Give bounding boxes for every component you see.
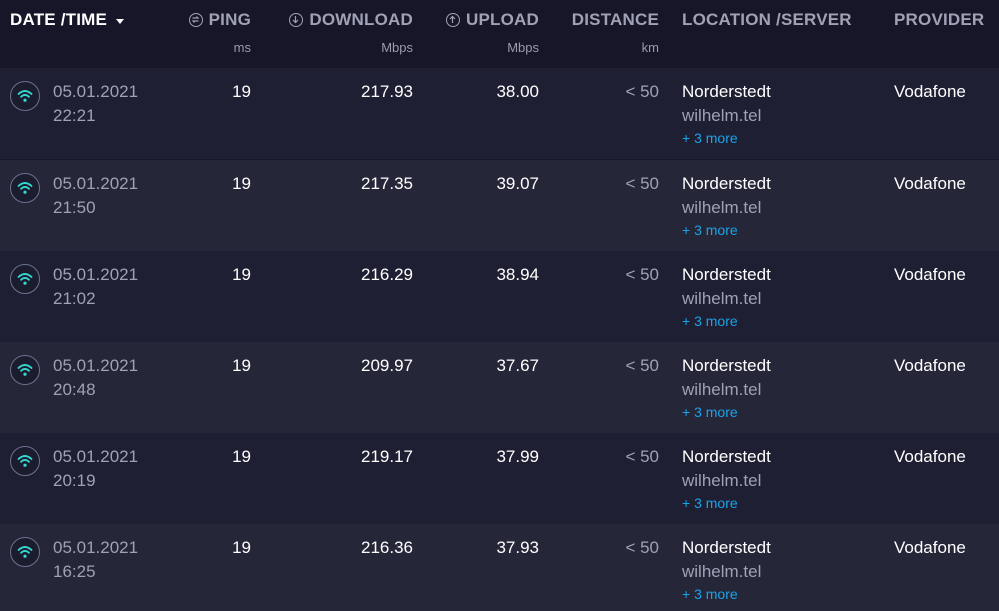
result-distance: < 50 bbox=[625, 82, 659, 101]
table-header: DATE /TIME PING ms DOWNLOAD Mbps UPLOAD … bbox=[0, 0, 999, 68]
more-servers-link[interactable]: + 3 more bbox=[682, 586, 738, 602]
result-time: 21:50 bbox=[53, 198, 96, 217]
result-ping: 19 bbox=[232, 265, 251, 284]
result-date: 05.01.2021 bbox=[53, 447, 139, 466]
result-time: 21:02 bbox=[53, 289, 96, 308]
result-distance: < 50 bbox=[625, 265, 659, 284]
result-provider: Vodafone bbox=[894, 265, 966, 284]
result-provider: Vodafone bbox=[894, 538, 966, 557]
wifi-icon bbox=[10, 81, 40, 111]
result-server: wilhelm.tel bbox=[682, 471, 762, 490]
result-date: 05.01.2021 bbox=[53, 265, 139, 284]
result-provider: Vodafone bbox=[894, 447, 966, 466]
more-servers-link[interactable]: + 3 more bbox=[682, 130, 738, 146]
result-download: 217.93 bbox=[361, 82, 413, 101]
result-upload: 37.67 bbox=[496, 356, 539, 375]
result-location: Norderstedt bbox=[682, 82, 771, 101]
caret-down-icon bbox=[116, 18, 125, 24]
result-date: 05.01.2021 bbox=[53, 356, 139, 375]
wifi-icon bbox=[10, 537, 40, 567]
column-ping[interactable]: PING ms bbox=[160, 10, 251, 55]
result-distance: < 50 bbox=[625, 538, 659, 557]
result-upload: 38.00 bbox=[496, 82, 539, 101]
result-download: 219.17 bbox=[361, 447, 413, 466]
table-row[interactable]: 05.01.2021 20:19 19 219.17 37.99 < 50 Norderst… bbox=[0, 433, 999, 524]
ping-icon bbox=[188, 13, 203, 27]
wifi-icon bbox=[10, 173, 40, 203]
column-ping-unit: ms bbox=[233, 40, 251, 55]
column-provider-label: PROVIDER bbox=[894, 10, 985, 29]
more-servers-link[interactable]: + 3 more bbox=[682, 313, 738, 329]
result-ping: 19 bbox=[232, 447, 251, 466]
more-servers-link[interactable]: + 3 more bbox=[682, 404, 738, 420]
result-upload: 38.94 bbox=[496, 265, 539, 284]
result-location: Norderstedt bbox=[682, 265, 771, 284]
table-row[interactable]: 05.01.2021 16:25 19 216.36 37.93 < 50 Norderst… bbox=[0, 524, 999, 611]
column-ping-label: PING bbox=[208, 10, 251, 29]
result-provider: Vodafone bbox=[894, 82, 966, 101]
result-provider: Vodafone bbox=[894, 356, 966, 375]
more-servers-link[interactable]: + 3 more bbox=[682, 222, 738, 238]
result-date: 05.01.2021 bbox=[53, 174, 139, 193]
column-distance-label: DISTANCE bbox=[571, 10, 659, 29]
result-time: 20:48 bbox=[53, 380, 96, 399]
result-time: 16:25 bbox=[53, 562, 96, 581]
column-upload-label: UPLOAD bbox=[466, 10, 539, 29]
table-row[interactable]: 05.01.2021 20:48 19 209.97 37.67 < 50 Norderst… bbox=[0, 342, 999, 433]
result-ping: 19 bbox=[232, 174, 251, 193]
result-download: 217.35 bbox=[361, 174, 413, 193]
result-ping: 19 bbox=[232, 356, 251, 375]
result-time: 22:21 bbox=[53, 106, 96, 125]
column-download[interactable]: DOWNLOAD Mbps bbox=[270, 10, 413, 55]
wifi-icon bbox=[10, 446, 40, 476]
table-row[interactable]: 05.01.2021 21:50 19 217.35 39.07 < 50 Norderst… bbox=[0, 160, 999, 251]
column-location-label: LOCATION /SERVER bbox=[682, 10, 852, 29]
column-download-label: DOWNLOAD bbox=[309, 10, 413, 29]
result-server: wilhelm.tel bbox=[682, 380, 762, 399]
result-location: Norderstedt bbox=[682, 538, 771, 557]
result-server: wilhelm.tel bbox=[682, 106, 762, 125]
results-table: DATE /TIME PING ms DOWNLOAD Mbps UPLOAD … bbox=[0, 0, 999, 611]
result-distance: < 50 bbox=[625, 447, 659, 466]
result-provider: Vodafone bbox=[894, 174, 966, 193]
column-distance[interactable]: DISTANCE km bbox=[560, 10, 659, 55]
wifi-icon bbox=[10, 355, 40, 385]
result-server: wilhelm.tel bbox=[682, 289, 762, 308]
result-download: 216.36 bbox=[361, 538, 413, 557]
column-location-server[interactable]: LOCATION /SERVER bbox=[682, 10, 852, 30]
result-upload: 37.93 bbox=[496, 538, 539, 557]
result-upload: 37.99 bbox=[496, 447, 539, 466]
result-location: Norderstedt bbox=[682, 447, 771, 466]
result-server: wilhelm.tel bbox=[682, 198, 762, 217]
result-time: 20:19 bbox=[53, 471, 96, 490]
result-distance: < 50 bbox=[625, 356, 659, 375]
result-download: 216.29 bbox=[361, 265, 413, 284]
table-row[interactable]: 05.01.2021 22:21 19 217.93 38.00 < 50 Norderst… bbox=[0, 68, 999, 159]
column-provider[interactable]: PROVIDER bbox=[894, 10, 984, 30]
column-date-time-label: DATE /TIME bbox=[10, 10, 108, 29]
result-date: 05.01.2021 bbox=[53, 538, 139, 557]
result-distance: < 50 bbox=[625, 174, 659, 193]
more-servers-link[interactable]: + 3 more bbox=[682, 495, 738, 511]
result-upload: 39.07 bbox=[496, 174, 539, 193]
download-icon bbox=[289, 13, 304, 27]
result-server: wilhelm.tel bbox=[682, 562, 762, 581]
column-date-time[interactable]: DATE /TIME bbox=[10, 10, 125, 30]
upload-icon bbox=[446, 13, 461, 27]
column-download-unit: Mbps bbox=[381, 40, 413, 55]
column-distance-unit: km bbox=[641, 40, 659, 55]
result-download: 209.97 bbox=[361, 356, 413, 375]
result-date: 05.01.2021 bbox=[53, 82, 139, 101]
result-ping: 19 bbox=[232, 538, 251, 557]
wifi-icon bbox=[10, 264, 40, 294]
result-location: Norderstedt bbox=[682, 174, 771, 193]
column-upload-unit: Mbps bbox=[507, 40, 539, 55]
result-location: Norderstedt bbox=[682, 356, 771, 375]
table-row[interactable]: 05.01.2021 21:02 19 216.29 38.94 < 50 Norderst… bbox=[0, 251, 999, 342]
column-upload[interactable]: UPLOAD Mbps bbox=[430, 10, 539, 55]
result-ping: 19 bbox=[232, 82, 251, 101]
